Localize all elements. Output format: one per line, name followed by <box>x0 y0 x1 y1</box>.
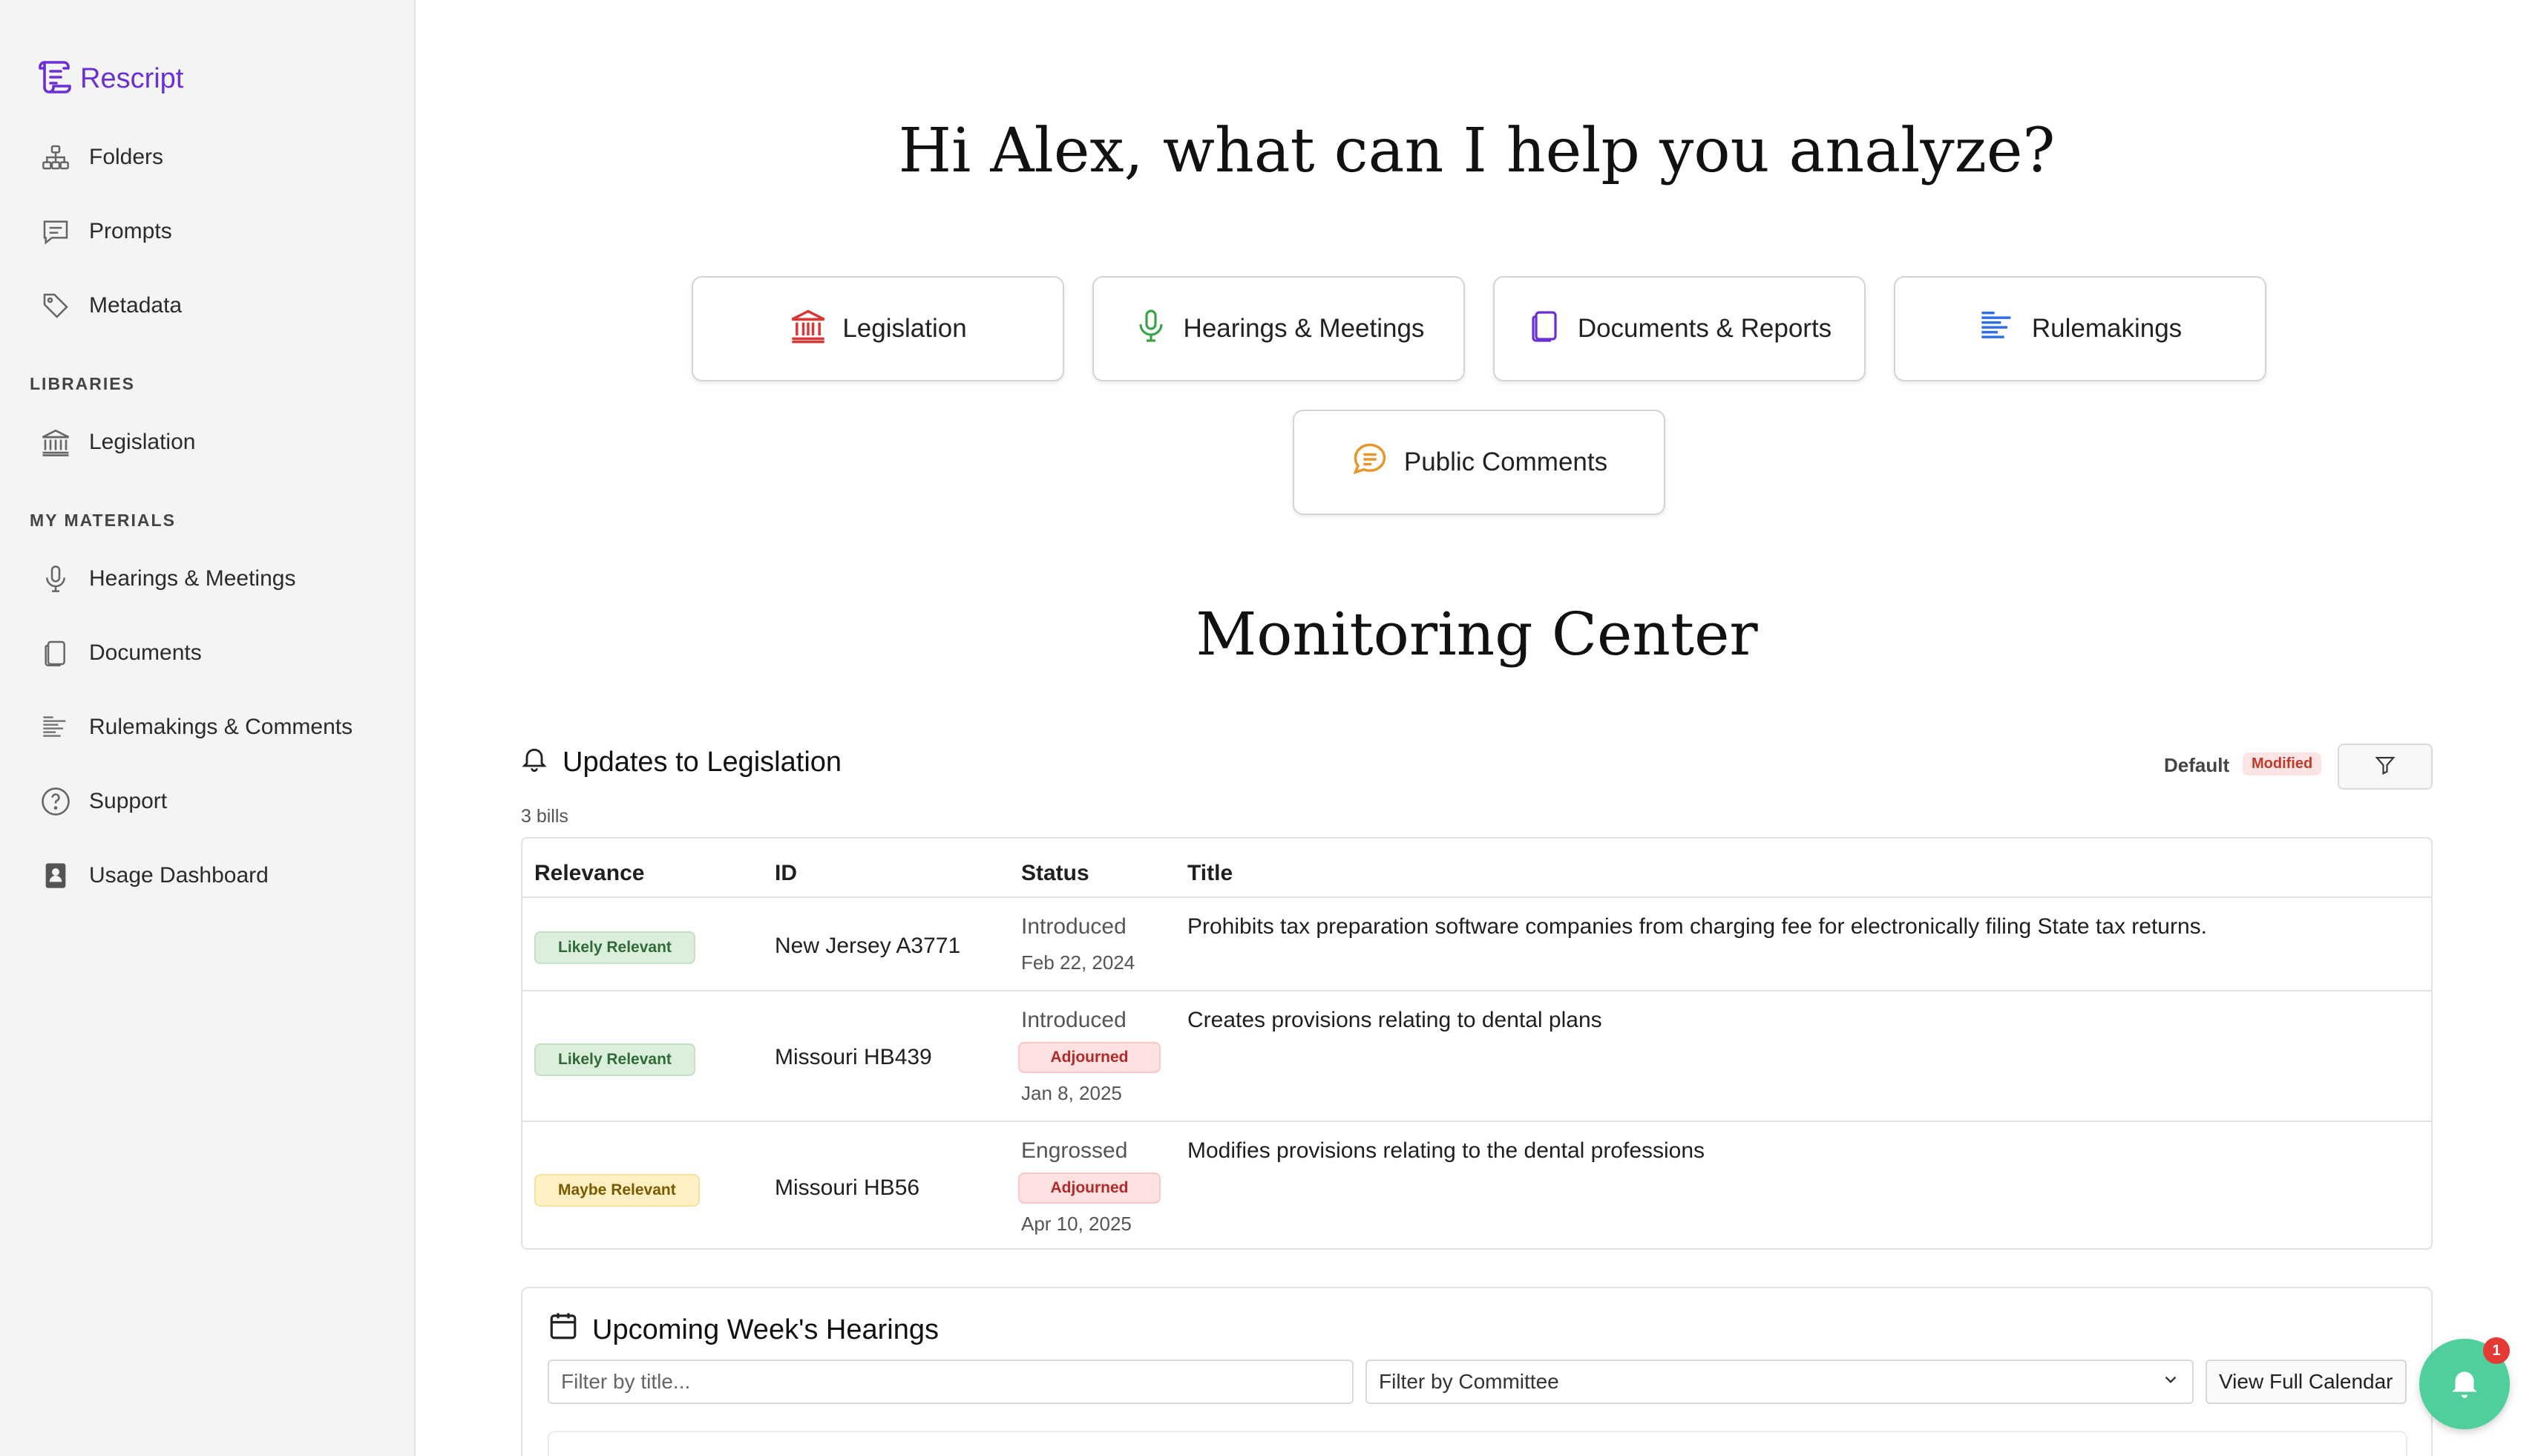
sidebar-item-label: Support <box>89 789 168 813</box>
modified-badge: Modified <box>2243 752 2322 775</box>
sidebar-item-usage-dashboard[interactable]: Usage Dashboard <box>39 855 269 896</box>
quick-action-legislation[interactable]: Legislation <box>692 276 1064 381</box>
hearings-header: Upcoming Week's Hearings <box>548 1311 939 1349</box>
bell-icon <box>519 742 549 782</box>
notification-count-badge: 1 <box>2483 1337 2510 1364</box>
bill-status: Engrossed <box>1021 1138 1128 1163</box>
sidebar-item-label: Hearings & Meetings <box>89 566 296 591</box>
updates-header: Updates to Legislation <box>519 742 842 782</box>
committee-select[interactable]: Filter by Committee <box>1365 1360 2194 1404</box>
bill-id[interactable]: Missouri HB439 <box>775 1045 932 1070</box>
view-full-calendar-button[interactable]: View Full Calendar <box>2206 1360 2407 1404</box>
bill-id[interactable]: New Jersey A3771 <box>775 934 960 959</box>
scroll-icon <box>34 56 76 102</box>
help-icon <box>39 784 73 819</box>
greeting-heading: Hi Alex, what can I help you analyze? <box>898 116 2056 186</box>
relevance-badge: Maybe Relevant <box>534 1174 700 1207</box>
sidebar-item-hearings[interactable]: Hearings & Meetings <box>39 558 295 600</box>
quick-action-label: Hearings & Meetings <box>1183 314 1425 343</box>
microphone-icon <box>39 562 73 596</box>
quick-action-label: Rulemakings <box>2031 314 2183 343</box>
bell-icon <box>2446 1364 2483 1405</box>
brand-name: Rescript <box>80 63 184 94</box>
filter-default-label[interactable]: Default <box>2164 754 2229 777</box>
calendar-icon <box>548 1311 579 1349</box>
column-header[interactable]: ID <box>775 861 797 886</box>
sidebar-item-label: Rulemakings & Comments <box>89 715 353 739</box>
bill-date: Feb 22, 2024 <box>1021 951 1135 974</box>
quick-action-public-comments[interactable]: Public Comments <box>1293 410 1665 515</box>
sidebar-item-label: Usage Dashboard <box>89 863 269 888</box>
sidebar-item-support[interactable]: Support <box>39 781 167 822</box>
quick-action-hearings[interactable]: Hearings & Meetings <box>1092 276 1465 381</box>
sidebar-item-prompts[interactable]: Prompts <box>39 211 172 252</box>
sidebar-item-folders[interactable]: Folders <box>39 137 163 178</box>
divider <box>522 1121 2431 1122</box>
quick-action-label: Public Comments <box>1403 447 1608 476</box>
sidebar-item-label: Documents <box>89 640 202 665</box>
bill-id[interactable]: Missouri HB56 <box>775 1175 919 1201</box>
column-header[interactable]: Status <box>1021 861 1089 886</box>
legislation-table: Relevance ID Status Title Likely Relevan… <box>521 837 2433 1250</box>
divider <box>522 896 2431 898</box>
quick-action-label: Documents & Reports <box>1577 314 1832 343</box>
filter-title-input[interactable]: Filter by title... <box>548 1360 1354 1404</box>
hearing-card <box>548 1431 2407 1456</box>
capitol-icon <box>789 306 827 352</box>
sidebar-item-documents[interactable]: Documents <box>39 632 202 674</box>
bill-title[interactable]: Prohibits tax preparation software compa… <box>1187 914 2207 939</box>
sidebar-item-metadata[interactable]: Metadata <box>39 285 182 327</box>
column-header[interactable]: Title <box>1187 861 1233 886</box>
document-icon <box>1527 308 1563 350</box>
monitoring-center-title: Monitoring Center <box>1196 600 1758 669</box>
chevron-down-icon <box>2161 1370 2180 1394</box>
sidebar-item-label: Folders <box>89 145 164 169</box>
sidebar-item-legislation[interactable]: Legislation <box>39 422 195 463</box>
hearings-title: Upcoming Week's Hearings <box>592 1314 939 1345</box>
prompts-icon <box>39 214 73 249</box>
bill-status: Introduced <box>1021 1008 1127 1032</box>
rulemaking-icon <box>39 710 73 744</box>
quick-action-documents[interactable]: Documents & Reports <box>1493 276 1866 381</box>
bill-date: Apr 10, 2025 <box>1021 1213 1132 1235</box>
filter-button[interactable] <box>2338 744 2433 790</box>
folders-icon <box>39 140 73 174</box>
capitol-icon <box>39 425 73 459</box>
divider <box>522 990 2431 991</box>
adjourned-badge: Adjourned <box>1018 1173 1161 1204</box>
sidebar: Rescript Folders Prompts Metadata LIBRAR… <box>0 0 416 1456</box>
sidebar-item-label: Legislation <box>89 430 196 454</box>
relevance-badge: Likely Relevant <box>534 931 695 964</box>
relevance-badge: Likely Relevant <box>534 1043 695 1076</box>
quick-action-label: Legislation <box>842 314 967 343</box>
sidebar-item-label: Metadata <box>89 293 183 318</box>
document-icon <box>39 636 73 670</box>
bill-date: Jan 8, 2025 <box>1021 1082 1122 1104</box>
bill-status: Introduced <box>1021 914 1127 939</box>
brand-logo[interactable]: Rescript <box>34 56 183 102</box>
committee-select-label: Filter by Committee <box>1379 1370 1559 1393</box>
filter-icon <box>2374 754 2396 780</box>
updates-title: Updates to Legislation <box>563 746 842 778</box>
tag-icon <box>39 289 73 323</box>
rulemaking-icon <box>1978 306 2017 352</box>
quick-action-rulemakings[interactable]: Rulemakings <box>1894 276 2266 381</box>
section-label-libraries: LIBRARIES <box>30 374 135 393</box>
bill-title[interactable]: Creates provisions relating to dental pl… <box>1187 1008 1602 1033</box>
adjourned-badge: Adjourned <box>1018 1042 1161 1073</box>
microphone-icon <box>1133 308 1169 350</box>
section-label-my-materials: MY MATERIALS <box>30 511 176 530</box>
sidebar-item-rulemakings[interactable]: Rulemakings & Comments <box>39 706 352 748</box>
hearings-panel: Upcoming Week's Hearings Filter by title… <box>521 1287 2433 1456</box>
sidebar-item-label: Prompts <box>89 219 172 243</box>
column-header[interactable]: Relevance <box>534 861 644 886</box>
bill-count: 3 bills <box>521 806 568 827</box>
comment-icon <box>1351 440 1389 485</box>
dashboard-icon <box>39 859 73 893</box>
bill-title[interactable]: Modifies provisions relating to the dent… <box>1187 1138 1705 1164</box>
